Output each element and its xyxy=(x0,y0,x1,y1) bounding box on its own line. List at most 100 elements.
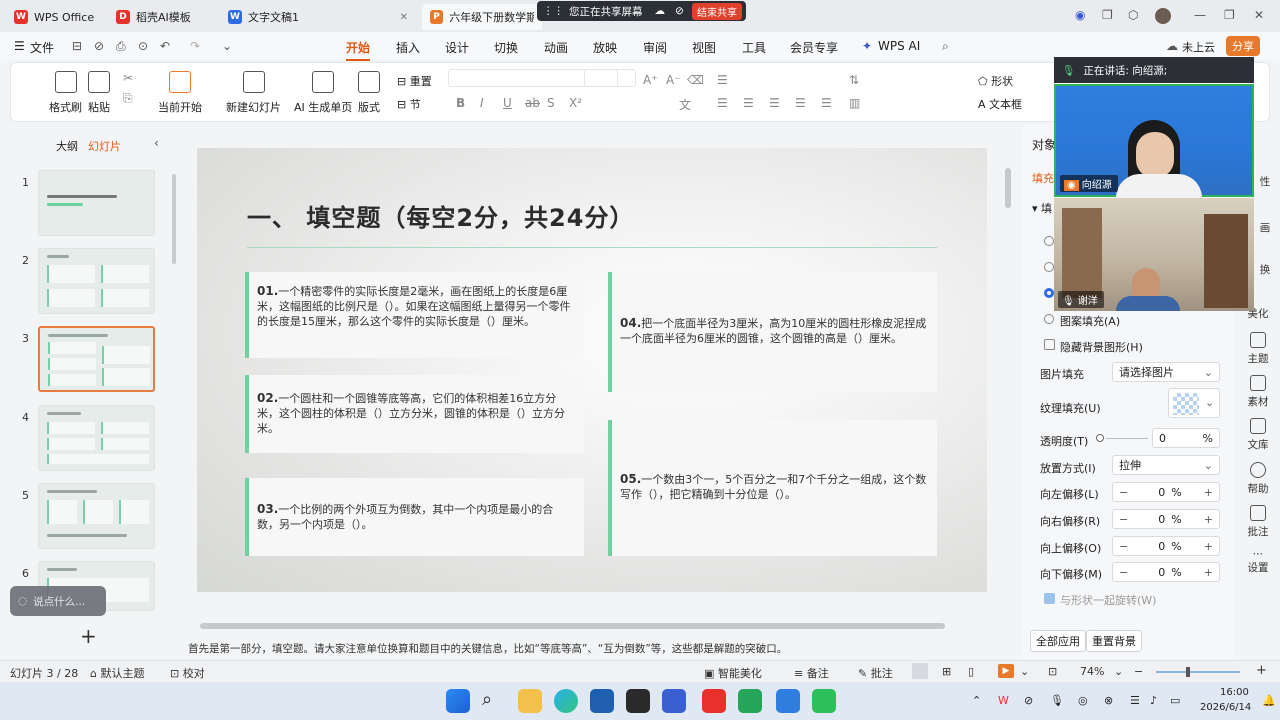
menu-wps-ai[interactable]: WPS AI xyxy=(878,39,920,53)
file-menu[interactable]: 文件 xyxy=(30,39,54,56)
collapse-icon[interactable]: ‹ xyxy=(154,136,159,150)
battery-icon[interactable]: ▭ xyxy=(1170,694,1180,707)
shrink-font-icon[interactable]: A⁻ xyxy=(666,73,681,87)
plus-icon[interactable]: + xyxy=(1204,486,1213,499)
menu-transition[interactable]: 切换 xyxy=(494,39,518,56)
tab-presentation[interactable]: P 六年级下册数学期末 xyxy=(422,4,542,30)
hide-bg-checkbox[interactable] xyxy=(1044,339,1055,350)
paste-button[interactable]: 粘贴 xyxy=(88,71,110,115)
share-link-icon[interactable]: ⊘ xyxy=(94,39,104,53)
tray-mic-icon[interactable]: 🎙 xyxy=(1050,694,1064,707)
ai-page-button[interactable]: AI 生成单页 xyxy=(294,71,352,115)
app-cube-icon[interactable] xyxy=(626,689,650,713)
pattern-fill-radio[interactable] xyxy=(1044,314,1054,324)
shadow-icon[interactable]: S xyxy=(547,96,555,110)
hamburger-icon[interactable]: ☰ xyxy=(14,39,25,53)
zoom-slider-handle[interactable] xyxy=(1186,667,1190,677)
wechat-icon[interactable] xyxy=(812,689,836,713)
slide-horizontal-scrollbar[interactable] xyxy=(200,623,945,629)
copy-icon[interactable]: ⎘ xyxy=(123,91,133,106)
menu-view[interactable]: 视图 xyxy=(692,39,716,56)
app-green-icon[interactable] xyxy=(738,689,762,713)
comment-button[interactable]: ✎ 批注 xyxy=(858,665,893,681)
transparency-slider-handle[interactable] xyxy=(1096,434,1104,442)
cloud-icon[interactable]: ☁ xyxy=(655,5,666,17)
bullets-icon[interactable]: ☰ xyxy=(717,73,728,87)
sidetool-help[interactable]: 帮助 xyxy=(1238,462,1278,496)
grow-font-icon[interactable]: A⁺ xyxy=(643,73,658,87)
slide-vertical-scrollbar[interactable] xyxy=(1005,168,1011,208)
zoom-in-icon[interactable]: + xyxy=(1256,663,1267,678)
more-icon[interactable]: ⌄ xyxy=(222,39,232,53)
offset-right-stepper[interactable]: − 0 % + xyxy=(1112,509,1220,529)
italic-icon[interactable]: I xyxy=(480,96,484,110)
windows-start-icon[interactable] xyxy=(446,689,470,713)
theme-button[interactable]: ⌂ 默认主题 xyxy=(90,665,144,681)
search-icon[interactable]: ⌕ xyxy=(942,39,949,54)
add-slide-icon[interactable]: + xyxy=(80,624,97,648)
file-explorer-icon[interactable] xyxy=(518,689,542,713)
column-icon[interactable]: ▥ xyxy=(849,96,860,110)
proofread-button[interactable]: ⊡ 校对 xyxy=(170,665,205,681)
fill-tab[interactable]: 填充 xyxy=(1032,170,1054,186)
sidetool-comment[interactable]: 批注 xyxy=(1238,505,1278,539)
section-button[interactable]: ⊟ 节 xyxy=(397,96,421,112)
plus-icon[interactable]: + xyxy=(1204,540,1213,553)
print-icon[interactable]: ⎙ xyxy=(116,39,126,54)
tray-wps-icon[interactable]: W xyxy=(998,694,1009,707)
clock-date[interactable]: 2026/6/14 xyxy=(1200,702,1251,713)
close-window-icon[interactable]: ✕ xyxy=(1254,8,1264,22)
slides-tab[interactable]: 幻灯片 xyxy=(88,138,121,154)
menu-insert[interactable]: 插入 xyxy=(396,39,420,56)
plus-icon[interactable]: + xyxy=(1204,513,1213,526)
tray-close-icon[interactable]: ⊗ xyxy=(1104,694,1113,707)
distribute-icon[interactable]: ☰ xyxy=(821,96,832,110)
fill-section-header[interactable]: ▾ 填 xyxy=(1032,200,1052,216)
text-direction-icon[interactable]: ⇅ xyxy=(849,73,859,87)
tray-chevron-icon[interactable]: ⌃ xyxy=(972,694,981,707)
zoom-out-icon[interactable]: − xyxy=(1134,665,1143,678)
align-right-icon[interactable]: ☰ xyxy=(769,96,780,110)
new-slide-button[interactable]: 新建幻灯片 xyxy=(226,71,281,115)
sorter-view-icon[interactable]: ⊞ xyxy=(942,665,951,678)
apply-all-button[interactable]: 全部应用 xyxy=(1030,630,1086,652)
beautify-button[interactable]: ▣ 智能美化 xyxy=(704,665,762,681)
reset-button[interactable]: ⊟ 重置 xyxy=(397,73,432,89)
offset-left-stepper[interactable]: − 0 % + xyxy=(1112,482,1220,502)
start-from-current-button[interactable]: 当前开始 xyxy=(158,71,202,115)
sidetool-library[interactable]: 文库 xyxy=(1238,418,1278,452)
sidetool-settings[interactable]: ⋯ 设置 xyxy=(1238,548,1278,575)
fill-radio-1[interactable] xyxy=(1044,236,1054,246)
store-icon[interactable] xyxy=(590,689,614,713)
save-icon[interactable]: ⊟ xyxy=(72,39,82,53)
menu-design[interactable]: 设计 xyxy=(445,39,469,56)
underline-icon[interactable]: U xyxy=(503,96,512,110)
menu-animation[interactable]: 动画 xyxy=(544,39,568,56)
tray-block-icon[interactable]: ⊘ xyxy=(1024,694,1033,707)
preview-icon[interactable]: ⊙ xyxy=(138,39,148,53)
speaker-notes[interactable]: 首先是第一部分，填空题。请大家注意单位换算和题目中的关键信息，比如“等底等高”、… xyxy=(180,636,1020,658)
cube-icon[interactable]: ⬡ xyxy=(1128,8,1138,22)
cut-icon[interactable]: ✂ xyxy=(123,71,133,85)
volume-icon[interactable]: ♪ xyxy=(1150,694,1157,707)
tab-word-doc[interactable]: W 文字文稿1 ✕ xyxy=(220,4,416,30)
question-card-1[interactable]: 01.一个精密零件的实际长度是2毫米，画在图纸上的长度是6厘米，这幅图纸的比例尺… xyxy=(245,272,584,358)
normal-view-icon[interactable] xyxy=(912,663,928,679)
shape-button[interactable]: ⬠ 形状 xyxy=(978,73,1013,89)
notes-button[interactable]: ≡ 备注 xyxy=(794,665,829,681)
minus-icon[interactable]: − xyxy=(1119,566,1128,579)
question-card-5[interactable]: 05.一个数由3个一，5个百分之一和7个千分之一组成，这个数写作（），把它精确到… xyxy=(608,420,937,556)
transparency-slider-track[interactable] xyxy=(1106,438,1148,439)
slideshow-options-icon[interactable]: ⌄ xyxy=(1020,665,1029,678)
strikethrough-icon[interactable]: ab xyxy=(525,96,540,110)
minus-icon[interactable]: − xyxy=(1119,513,1128,526)
slide-canvas[interactable]: 一、 填空题（每空2分，共24分） 01.一个精密零件的实际长度是2毫米，画在图… xyxy=(197,148,987,592)
transparency-input[interactable]: 0 % xyxy=(1152,428,1220,448)
menu-home[interactable]: 开始 xyxy=(346,39,371,61)
slide-thumbnail-4[interactable] xyxy=(38,405,155,471)
plus-icon[interactable]: + xyxy=(1204,566,1213,579)
superscript-icon[interactable]: X² xyxy=(569,96,582,110)
question-card-3[interactable]: 03.一个比例的两个外项互为倒数，其中一个内项是最小的合数，另一个内项是（）。 xyxy=(245,478,584,556)
question-card-4[interactable]: 04.把一个底面半径为3厘米，高为10厘米的圆柱形橡皮泥捏成一个底面半径为6厘米… xyxy=(608,272,937,392)
align-left-icon[interactable]: ☰ xyxy=(717,96,728,110)
